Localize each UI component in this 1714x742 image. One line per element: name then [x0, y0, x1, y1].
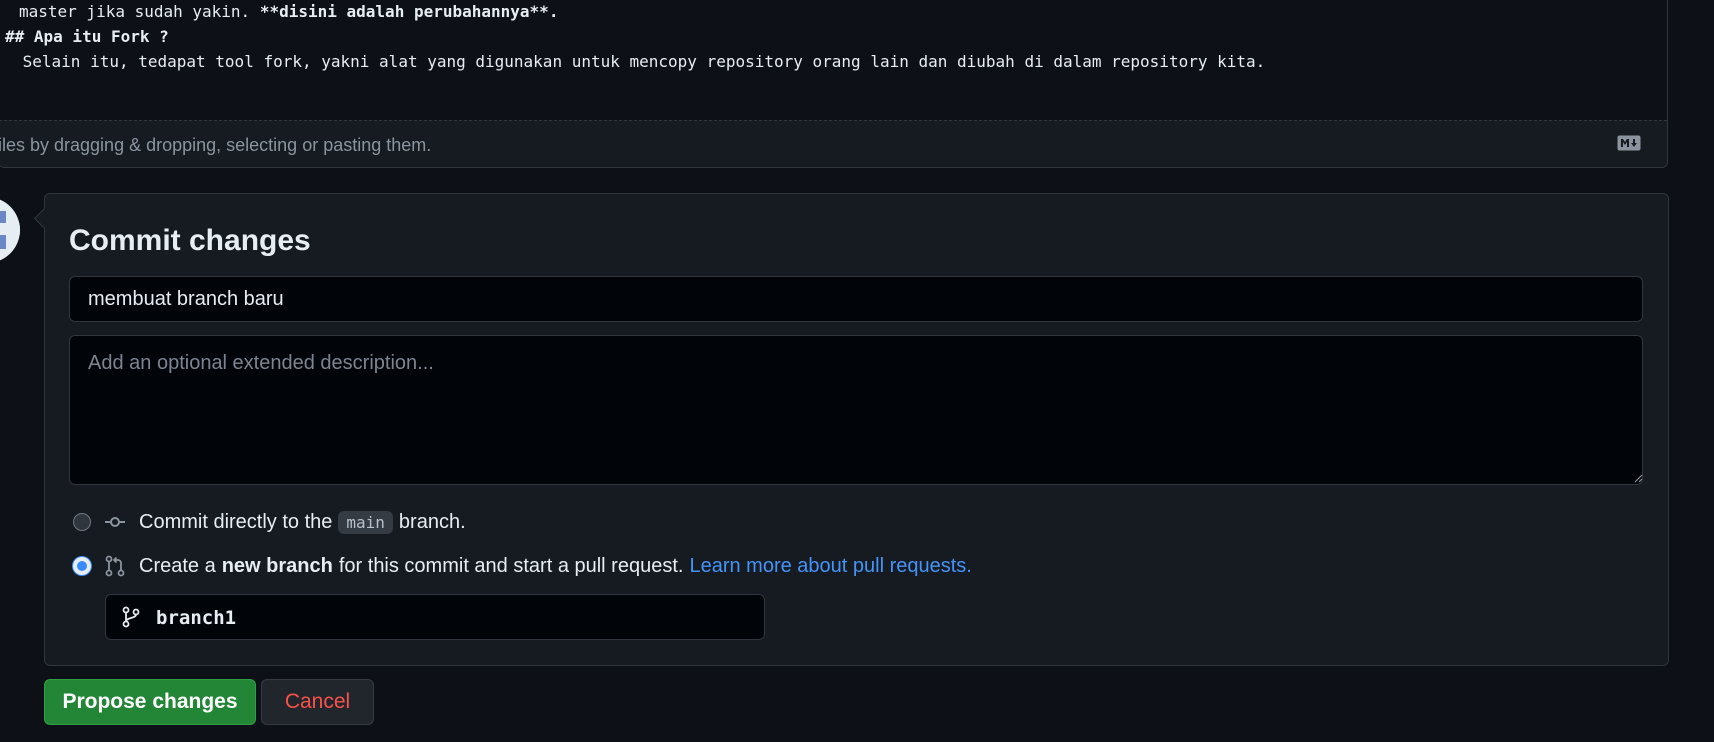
- commit-description-input[interactable]: [69, 335, 1643, 485]
- file-attach-dropzone[interactable]: files by dragging & dropping, selecting …: [0, 120, 1667, 167]
- code-line-1: master jika sudah yakin. **disini adalah…: [19, 2, 559, 21]
- commit-direct-option[interactable]: Commit directly to the main branch.: [73, 507, 466, 537]
- attach-hint: files by dragging & dropping, selecting …: [0, 135, 432, 155]
- commit-changes-panel: Commit changes Commit directly to the ma…: [33, 193, 1669, 666]
- code-line-2: ## Apa itu Fork ?: [5, 27, 169, 46]
- branch-name-field[interactable]: [105, 594, 765, 641]
- file-editor[interactable]: master jika sudah yakin. **disini adalah…: [0, 0, 1668, 168]
- git-pull-request-icon: [103, 554, 127, 578]
- git-branch-icon: [122, 606, 140, 628]
- code-line-3: Selain itu, tedapat tool fork, yakni ala…: [13, 52, 1266, 71]
- propose-changes-button[interactable]: Propose changes: [44, 679, 256, 725]
- markdown-icon[interactable]: [1617, 135, 1641, 151]
- new-branch-option[interactable]: Create a new branch for this commit and …: [73, 551, 972, 581]
- user-avatar: [0, 197, 20, 263]
- code-content[interactable]: master jika sudah yakin. **disini adalah…: [3, 0, 1667, 122]
- branch-chip-main: main: [338, 510, 393, 534]
- resize-handle-icon[interactable]: [1633, 473, 1643, 483]
- branch-name-input[interactable]: [154, 595, 758, 641]
- new-branch-radio[interactable]: [73, 557, 91, 575]
- commit-title: Commit changes: [69, 224, 311, 257]
- commit-summary-input[interactable]: [69, 276, 1643, 322]
- learn-more-pull-requests-link[interactable]: Learn more about pull requests.: [689, 555, 971, 578]
- commit-direct-radio[interactable]: [73, 513, 91, 531]
- git-commit-icon: [103, 510, 127, 534]
- cancel-button[interactable]: Cancel: [261, 679, 374, 725]
